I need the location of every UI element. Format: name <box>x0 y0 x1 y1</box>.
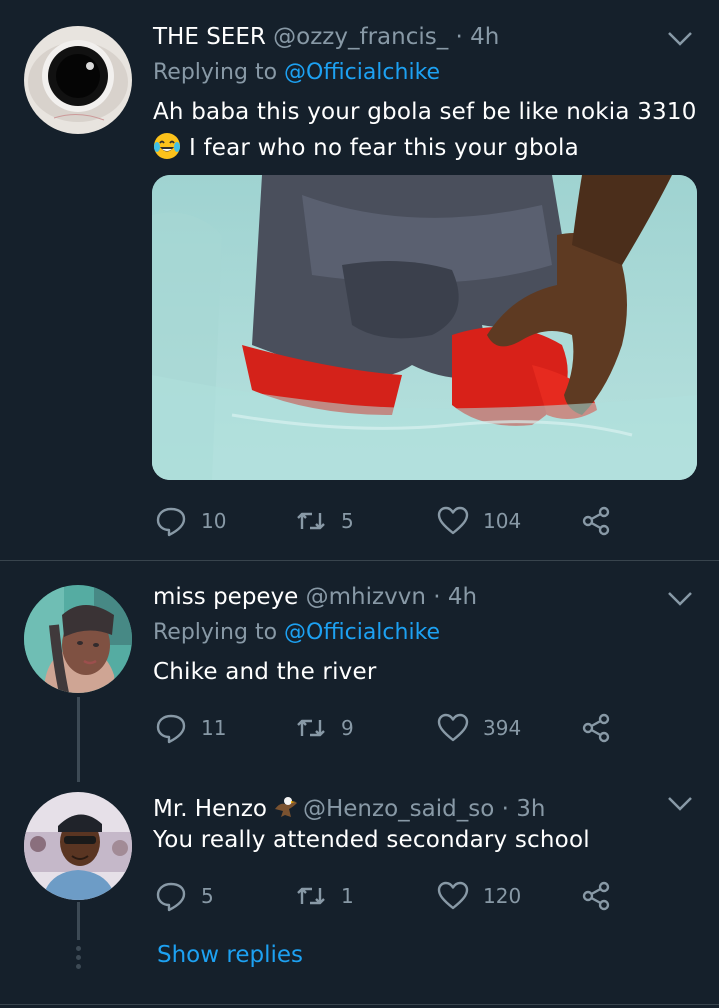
divider <box>0 1004 719 1005</box>
retweet-button[interactable]: 5 <box>295 503 354 539</box>
name-text[interactable]: THE SEER <box>153 24 266 50</box>
reply-icon <box>156 882 186 912</box>
replying-to-label: Replying to <box>153 620 278 645</box>
face-with-tears-of-joy-icon <box>154 133 180 159</box>
reply-button[interactable]: 11 <box>155 710 226 746</box>
show-replies-link[interactable]: Show replies <box>157 942 303 968</box>
retweet-button[interactable]: 1 <box>295 878 354 914</box>
reply-count: 5 <box>201 884 214 908</box>
tweet-actions: 5 1 120 <box>155 878 625 914</box>
reply-count: 10 <box>201 509 227 533</box>
retweet-count: 1 <box>341 884 354 908</box>
tweet-text: Chike and the river <box>153 654 377 690</box>
tweet-text: You really attended secondary school <box>153 822 590 858</box>
tweet-mr-henzo[interactable]: Mr. Henzo @Henzo_said_so · 3h You really… <box>0 790 719 1008</box>
chevron-down-icon[interactable] <box>666 795 694 813</box>
timestamp[interactable]: · 4h <box>456 24 500 50</box>
tweet-text: Ah baba this your gbola sef be like noki… <box>153 94 697 166</box>
retweet-icon <box>297 887 325 905</box>
like-count: 394 <box>483 716 522 740</box>
replying-to: Replying to @Officialchike <box>153 620 440 645</box>
avatar[interactable] <box>24 26 132 134</box>
share-icon <box>582 713 610 743</box>
like-button[interactable]: 120 <box>437 878 521 914</box>
replying-to: Replying to @Officialchike <box>153 60 440 85</box>
display-name[interactable]: miss pepeye @mhizvvn · 4h <box>153 584 477 610</box>
share-icon <box>582 881 610 911</box>
like-count: 120 <box>483 884 522 908</box>
retweet-icon <box>297 719 325 737</box>
heart-icon <box>437 506 469 535</box>
handle[interactable]: @mhizvvn <box>306 584 426 610</box>
chevron-down-icon[interactable] <box>666 30 694 48</box>
handle[interactable]: @Henzo_said_so <box>303 796 494 822</box>
tweet-actions: 10 5 104 <box>155 503 625 539</box>
like-button[interactable]: 394 <box>437 710 521 746</box>
thread-connector <box>77 697 80 782</box>
tweet-text-line: Ah baba this your gbola sef be like noki… <box>153 99 697 125</box>
avatar[interactable] <box>24 585 132 693</box>
eagle-icon <box>274 797 297 817</box>
heart-icon <box>437 881 469 910</box>
reply-icon <box>156 714 186 744</box>
tweet-actions: 11 9 394 <box>155 710 625 746</box>
avatar[interactable] <box>24 792 132 900</box>
timestamp[interactable]: · 4h <box>433 584 477 610</box>
name-text[interactable]: Mr. Henzo <box>153 796 267 822</box>
share-icon <box>582 506 610 536</box>
tweet-text-line: I fear who no fear this your gbola <box>189 135 579 161</box>
share-button[interactable] <box>580 878 612 914</box>
share-button[interactable] <box>580 710 612 746</box>
reply-button[interactable]: 10 <box>155 503 226 539</box>
tweet-text-line: Chike and the river <box>153 659 377 685</box>
handle[interactable]: @ozzy_francis_ <box>273 24 448 50</box>
timestamp[interactable]: · 3h <box>502 796 546 822</box>
name-text[interactable]: miss pepeye <box>153 584 298 610</box>
display-name[interactable]: Mr. Henzo @Henzo_said_so · 3h <box>153 793 545 822</box>
retweet-count: 9 <box>341 716 354 740</box>
reply-icon <box>156 507 186 537</box>
reply-button[interactable]: 5 <box>155 878 214 914</box>
like-count: 104 <box>483 509 522 533</box>
mention-link[interactable]: @Officialchike <box>284 60 440 85</box>
replying-to-label: Replying to <box>153 60 278 85</box>
tweet-image[interactable] <box>152 175 697 480</box>
heart-icon <box>437 713 469 742</box>
tweet-miss-pepeye[interactable]: miss pepeye @mhizvvn · 4h Replying to @O… <box>0 561 719 791</box>
mention-link[interactable]: @Officialchike <box>284 620 440 645</box>
share-button[interactable] <box>580 503 612 539</box>
chevron-down-icon[interactable] <box>666 590 694 608</box>
thread-dots <box>75 946 82 973</box>
reply-count: 11 <box>201 716 227 740</box>
retweet-icon <box>297 512 325 530</box>
retweet-button[interactable]: 9 <box>295 710 354 746</box>
thread-connector <box>77 902 80 940</box>
display-name[interactable]: THE SEER @ozzy_francis_ · 4h <box>153 24 499 50</box>
retweet-count: 5 <box>341 509 354 533</box>
tweet-the-seer[interactable]: THE SEER @ozzy_francis_ · 4h Replying to… <box>0 0 719 560</box>
tweet-text-line: You really attended secondary school <box>153 827 590 853</box>
like-button[interactable]: 104 <box>437 503 521 539</box>
